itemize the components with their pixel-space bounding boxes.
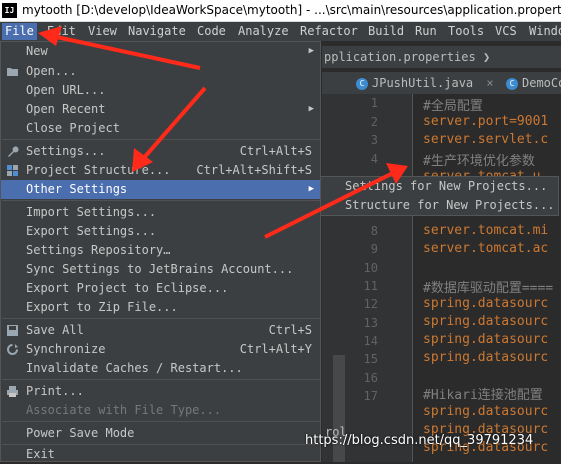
line-number: 14 xyxy=(363,334,378,348)
code-line: spring.datasourc xyxy=(423,314,549,329)
menu-item-open-url[interactable]: Open URL... xyxy=(1,81,320,100)
line-number: 3 xyxy=(370,133,378,147)
line-number: 16 xyxy=(363,371,378,385)
code-line: #数据库驱动配置==== xyxy=(423,281,554,296)
breadcrumb-file: pplication.properties xyxy=(324,50,476,64)
line-number: 17 xyxy=(363,389,378,403)
other-settings-submenu: Settings for New Projects... Structure f… xyxy=(320,176,559,216)
line-number: 9 xyxy=(370,242,378,256)
menu-item-associate-file-type: Associate with File Type... xyxy=(26,403,222,417)
title-bar: IJ mytooth [D:\develop\IdeaWorkSpace\myt… xyxy=(0,0,561,22)
menu-item-close-project[interactable]: Close Project xyxy=(1,119,320,138)
menu-view[interactable]: View xyxy=(85,23,120,40)
menu-item-sync-settings[interactable]: Sync Settings to JetBrains Account... xyxy=(1,260,320,279)
menu-item-export-settings[interactable]: Export Settings... xyxy=(1,222,320,241)
menu-item-save-all[interactable]: Save All Ctrl+S xyxy=(1,321,320,340)
menu-tools[interactable]: Tools xyxy=(445,23,487,40)
menu-item-open-recent[interactable]: Open Recent ▶ xyxy=(1,100,320,119)
code-line: #全局配置 xyxy=(423,99,483,114)
window-title: mytooth [D:\develop\IdeaWorkSpace\mytoot… xyxy=(22,3,561,17)
submenu-arrow-icon: ▶ xyxy=(308,46,314,56)
menu-run[interactable]: Run xyxy=(412,23,440,40)
submenu-item-settings-new-projects[interactable]: Settings for New Projects... xyxy=(345,177,547,196)
file-menu: New ▶ Open... Open URL... Open Recent ▶ Cl… xyxy=(0,41,321,462)
code-line: server.servlet.c xyxy=(423,132,549,147)
menu-window[interactable]: Windo xyxy=(526,23,561,40)
breadcrumb[interactable]: pplication.properties ❯ xyxy=(322,46,561,68)
code-line: #生产环境优化参数 xyxy=(423,154,535,169)
folder-icon xyxy=(7,68,18,76)
code-line: server.port=9001 xyxy=(423,114,549,129)
menu-item-export-eclipse[interactable]: Export Project to Eclipse... xyxy=(1,279,320,298)
tab-close-icon[interactable]: × xyxy=(486,76,493,90)
submenu-arrow-icon: ▶ xyxy=(308,104,314,114)
menu-item-exit[interactable]: Exit xyxy=(1,445,320,464)
intellij-app-icon: IJ xyxy=(2,3,17,18)
java-class-icon: C xyxy=(506,77,518,90)
menu-item-open[interactable]: Open... xyxy=(1,62,320,81)
menu-item-synchronize[interactable]: Synchronize Ctrl+Alt+Y xyxy=(1,340,320,359)
code-line: server.tomcat.ac xyxy=(423,241,549,256)
breadcrumb-chevron-icon: ❯ xyxy=(475,50,491,64)
menu-item-export-zip[interactable]: Export to Zip File... xyxy=(1,298,320,317)
menu-item-power-save-mode[interactable]: Power Save Mode xyxy=(1,424,320,443)
menu-refactor[interactable]: Refactor xyxy=(297,23,361,40)
menu-item-invalidate-caches[interactable]: Invalidate Caches / Restart... xyxy=(1,359,320,378)
line-number: 2 xyxy=(370,115,378,129)
menu-analyze[interactable]: Analyze xyxy=(235,23,292,40)
code-line: spring.datasourc xyxy=(423,296,549,311)
code-line: spring.datasourc xyxy=(423,404,549,419)
menu-bar: File Edit View Navigate Code Analyze Ref… xyxy=(0,22,561,41)
editor-tab-bar: C JPushUtil.java × C DemoCo xyxy=(322,72,561,95)
menu-item-settings-repository[interactable]: Settings Repository… xyxy=(1,241,320,260)
submenu-arrow-icon: ▶ xyxy=(308,184,314,194)
menu-item-new[interactable]: New ▶ xyxy=(1,42,320,61)
menu-build[interactable]: Build xyxy=(365,23,407,40)
java-class-icon: C xyxy=(356,77,368,90)
menu-vcs[interactable]: VCS xyxy=(492,23,520,40)
tab-jpushutil[interactable]: C JPushUtil.java × xyxy=(356,72,494,94)
save-icon xyxy=(7,325,18,336)
wrench-icon xyxy=(8,146,19,157)
tab-label: DemoCo xyxy=(522,76,561,90)
menu-separator xyxy=(2,421,320,422)
code-line: spring.datasourc xyxy=(423,332,549,347)
line-number: 11 xyxy=(363,279,378,293)
project-structure-icon xyxy=(7,165,18,176)
tab-label: JPushUtil.java xyxy=(372,76,474,90)
code-line: server.tomcat.mi xyxy=(423,223,549,238)
sync-icon xyxy=(7,344,18,355)
menu-separator xyxy=(2,379,320,380)
code-line: spring.datasourc xyxy=(423,350,549,365)
menu-item-settings[interactable]: Settings... Ctrl+Alt+S xyxy=(1,142,320,161)
menu-navigate[interactable]: Navigate xyxy=(125,23,189,40)
menu-separator xyxy=(2,139,320,140)
menu-separator xyxy=(2,200,320,201)
line-number: 4 xyxy=(370,152,378,166)
line-number: 8 xyxy=(370,224,378,238)
menu-item-other-settings[interactable]: Other Settings ▶ xyxy=(1,180,320,199)
code-line: #Hikari连接池配置 xyxy=(423,388,543,403)
menu-separator xyxy=(2,318,320,319)
menu-item-project-structure[interactable]: Project Structure... Ctrl+Alt+Shift+S xyxy=(1,161,320,180)
line-number: 10 xyxy=(363,261,378,275)
line-number: 12 xyxy=(363,297,378,311)
menu-item-print[interactable]: Print... xyxy=(1,382,320,401)
menu-edit[interactable]: Edit xyxy=(44,23,79,40)
line-number: 1 xyxy=(370,96,378,110)
tab-democontroller[interactable]: C DemoCo xyxy=(506,72,561,94)
print-icon xyxy=(7,386,18,397)
menu-code[interactable]: Code xyxy=(194,23,229,40)
menu-item-import-settings[interactable]: Import Settings... xyxy=(1,203,320,222)
watermark: https://blog.csdn.net/qq_39791234 xyxy=(305,433,534,448)
line-number: 13 xyxy=(363,316,378,330)
line-number: 15 xyxy=(363,352,378,366)
submenu-item-structure-new-projects[interactable]: Structure for New Projects... xyxy=(345,196,555,215)
menu-file[interactable]: File xyxy=(2,23,37,40)
